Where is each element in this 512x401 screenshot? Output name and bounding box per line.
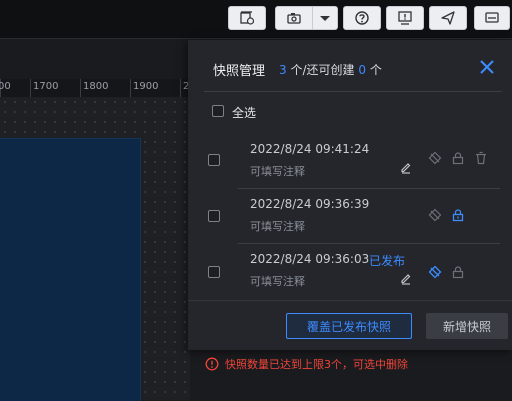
ruler-tick: [80, 79, 81, 97]
snapshot-timestamp: 2022/8/24 09:36:39: [250, 197, 370, 211]
edit-icon[interactable]: [399, 160, 413, 174]
row-checkbox[interactable]: [208, 154, 220, 166]
count-current: 3: [279, 63, 287, 77]
help-button[interactable]: [343, 6, 381, 30]
camera-dropdown-button[interactable]: [312, 6, 338, 30]
count-remaining: 0: [358, 63, 366, 77]
edit-icon[interactable]: [399, 271, 413, 285]
ruler-label: 1700: [33, 81, 59, 92]
horizontal-ruler: 00 1700 1800 1900 2: [0, 79, 190, 98]
panel-header: 快照管理 3 个/还可创建 0 个: [188, 40, 512, 92]
monitor-icon: [485, 12, 499, 23]
published-badge: 已发布: [369, 254, 406, 268]
ruler-label: 00: [0, 81, 11, 92]
ruler-label: 1900: [133, 81, 159, 92]
overwrite-published-button[interactable]: 覆盖已发布快照: [286, 313, 412, 339]
note-field[interactable]: 可填写注释: [250, 218, 305, 234]
snapshot-row: 2022/8/24 09:41:24 可填写注释: [188, 133, 512, 187]
help-icon: [355, 11, 369, 25]
snapshot-count: 3 个/还可创建 0 个: [279, 61, 382, 78]
ruler-label: 1800: [83, 81, 109, 92]
footer-divider: [188, 300, 512, 301]
count-unit: 个/还可创建: [290, 63, 355, 77]
top-toolbar: [0, 0, 512, 39]
new-snapshot-button[interactable]: 新增快照: [426, 313, 508, 339]
chevron-down-icon: [320, 16, 330, 21]
note-field[interactable]: 可填写注释: [250, 163, 305, 179]
delete-icon[interactable]: [474, 151, 488, 165]
warning-text: 快照数量已达到上限3个，可选中删除: [225, 358, 408, 371]
alert-icon: [398, 11, 412, 25]
row-checkbox[interactable]: [208, 210, 220, 222]
ruler-tick: [130, 79, 131, 97]
publish-tag-icon[interactable]: [428, 265, 442, 279]
header-divider: [204, 91, 502, 92]
snapshot-toolbar-button[interactable]: [228, 6, 266, 30]
preview-button[interactable]: [474, 6, 510, 30]
note-field[interactable]: 可填写注释: [250, 273, 305, 289]
screenshot-settings-icon: [240, 11, 255, 25]
row-checkbox[interactable]: [208, 266, 220, 278]
camera-icon: [287, 13, 301, 24]
count-suffix: 个: [369, 63, 382, 77]
snapshot-timestamp: 2022/8/24 09:36:03: [250, 252, 370, 266]
send-icon: [441, 11, 455, 25]
lock-icon[interactable]: [451, 208, 465, 222]
lock-icon[interactable]: [451, 151, 465, 165]
snapshot-timestamp: 2022/8/24 09:41:24: [250, 142, 370, 156]
publish-tag-icon[interactable]: [428, 151, 442, 165]
snapshot-row: 2022/8/24 09:36:39 可填写注释: [188, 188, 512, 242]
close-icon[interactable]: [478, 58, 496, 76]
alert-button[interactable]: [386, 6, 424, 30]
ruler-tick: [30, 79, 31, 97]
snapshot-panel: 快照管理 3 个/还可创建 0 个 全选 2022/8/24 09:41:24 …: [188, 40, 512, 350]
limit-warning: 快照数量已达到上限3个，可选中删除: [205, 356, 408, 372]
select-all-checkbox[interactable]: [212, 105, 224, 117]
snapshot-row: 2022/8/24 09:36:03 已发布 可填写注释: [188, 243, 512, 297]
error-icon: [205, 357, 219, 371]
select-all-label: 全选: [232, 106, 257, 120]
publish-button[interactable]: [429, 6, 467, 30]
ruler-tick: [180, 79, 181, 97]
publish-tag-icon[interactable]: [428, 208, 442, 222]
screen-area[interactable]: [0, 138, 141, 401]
panel-title: 快照管理: [213, 64, 266, 79]
lock-icon[interactable]: [451, 265, 465, 279]
camera-button[interactable]: [275, 6, 313, 30]
